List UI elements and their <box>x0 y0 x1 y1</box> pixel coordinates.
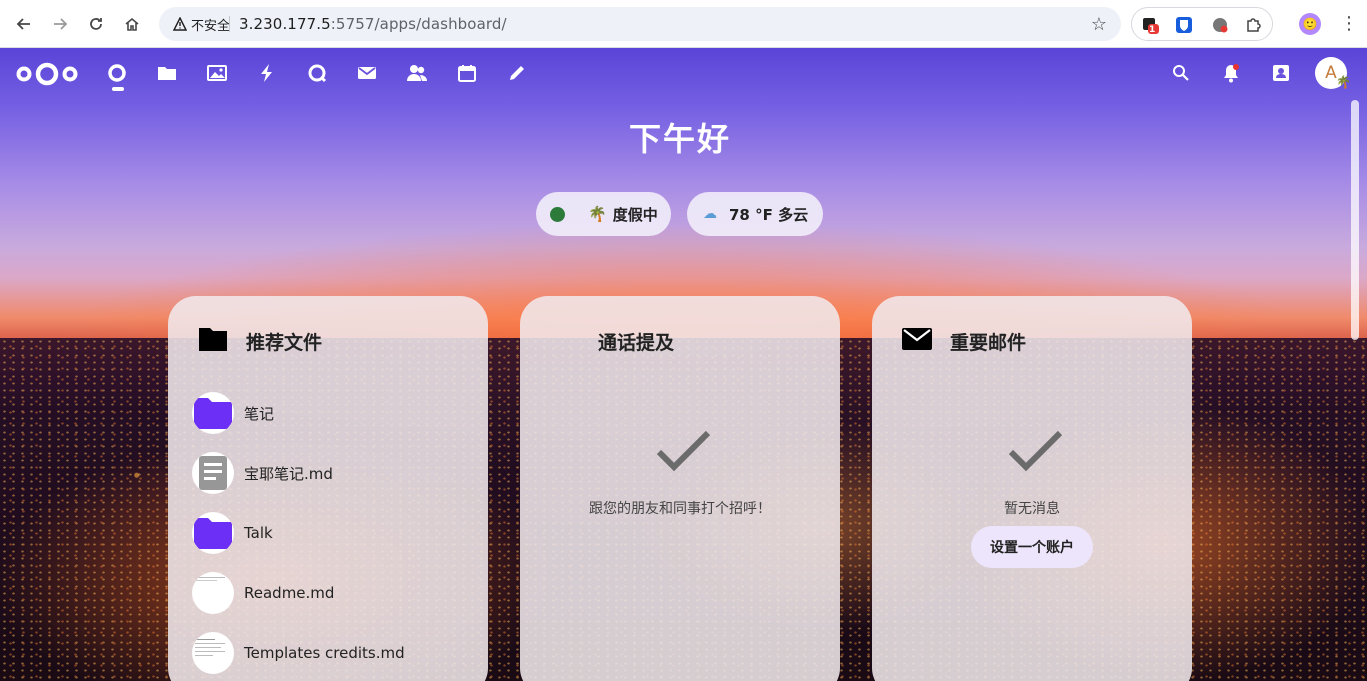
recommended-files-widget: 推荐文件 笔记 宝耶笔记.md Talk Readme.md Templates… <box>168 296 488 681</box>
forward-arrow-icon <box>54 18 68 30</box>
file-item[interactable]: Readme.md <box>192 571 472 615</box>
file-item[interactable]: Templates credits.md <box>192 631 472 675</box>
back-arrow-icon <box>16 18 30 30</box>
greeting-heading: 下午好 <box>628 120 731 158</box>
nextcloud-header: A 🌴 <box>0 48 1367 98</box>
file-item[interactable]: 宝耶笔记.md <box>192 451 472 495</box>
checkmark-icon <box>656 430 711 472</box>
bookmark-star-icon[interactable]: ☆ <box>1091 14 1107 35</box>
contacts-icon[interactable] <box>405 61 429 85</box>
home-button[interactable] <box>119 11 145 37</box>
notes-icon[interactable] <box>505 61 529 85</box>
reload-button[interactable] <box>83 11 109 37</box>
url-path: :5757/apps/dashboard/ <box>330 15 507 33</box>
document-preview-icon <box>192 632 234 674</box>
talk-icon[interactable] <box>305 61 329 85</box>
divider <box>229 16 230 32</box>
url-host: 3.230.177.5 <box>239 15 331 33</box>
folder-icon <box>198 326 228 356</box>
setup-account-button[interactable]: 设置一个账户 <box>971 526 1093 568</box>
forward-button[interactable] <box>47 11 73 37</box>
address-bar[interactable]: 不安全 3.230.177.5:5757/apps/dashboard/ ☆ <box>159 7 1121 41</box>
mail-icon[interactable] <box>355 61 379 85</box>
nextcloud-logo-icon[interactable] <box>16 61 78 87</box>
file-name: 笔记 <box>244 404 275 423</box>
privacy-extension-icon[interactable] <box>1210 15 1230 35</box>
status-dot <box>550 206 565 222</box>
important-mail-widget: 重要邮件 暂无消息 设置一个账户 <box>872 296 1192 681</box>
files-icon[interactable] <box>155 61 179 85</box>
activity-icon[interactable] <box>255 61 279 85</box>
document-preview-icon <box>192 572 234 614</box>
file-name: 宝耶笔记.md <box>244 464 333 483</box>
contacts-menu-icon[interactable] <box>1269 61 1293 85</box>
search-icon[interactable] <box>1169 61 1193 85</box>
empty-state-text: 暂无消息 <box>1004 501 1060 517</box>
security-label: 不安全 <box>191 18 231 34</box>
status-label: 度假中 <box>612 205 658 224</box>
bitwarden-icon[interactable] <box>1174 15 1194 35</box>
widget-title: 通话提及 <box>598 332 675 354</box>
photos-icon[interactable] <box>205 61 229 85</box>
user-status-button[interactable]: 🌴 度假中 <box>536 192 671 236</box>
dashboard-icon[interactable] <box>105 61 129 85</box>
calendar-icon[interactable] <box>455 61 479 85</box>
active-app-indicator <box>112 87 124 91</box>
checkmark-icon <box>1008 430 1063 472</box>
talk-mentions-widget: 通话提及 跟您的朋友和同事打个招呼！ <box>520 296 840 681</box>
weather-label: 78 °F 多云 <box>729 205 809 224</box>
notifications-bell-icon[interactable] <box>1219 61 1243 85</box>
browser-menu-icon[interactable]: ⋮ <box>1340 13 1358 35</box>
file-name: Readme.md <box>244 584 335 602</box>
avatar-status-badge: 🌴 <box>1336 75 1351 89</box>
dashboard-background: A 🌴 下午好 🌴 度假中 ☁ 78 °F 多云 推荐文件 笔记 宝耶笔记.md <box>0 48 1367 681</box>
url-text[interactable]: 3.230.177.5:5757/apps/dashboard/ <box>239 15 507 33</box>
file-name: Templates credits.md <box>244 644 405 662</box>
back-button[interactable] <box>11 11 37 37</box>
folder-icon <box>192 392 234 434</box>
widget-title: 推荐文件 <box>246 332 323 354</box>
security-chip[interactable]: 不安全 <box>167 13 236 35</box>
empty-state-text: 跟您的朋友和同事打个招呼！ <box>589 501 771 517</box>
home-icon <box>125 17 139 31</box>
extensions-group: 1 <box>1131 7 1273 41</box>
file-name: Talk <box>244 524 273 542</box>
mail-icon <box>902 328 932 354</box>
extension-badge: 1 <box>1149 25 1156 35</box>
status-emoji: 🌴 <box>588 205 607 223</box>
widget-title: 重要邮件 <box>950 332 1027 354</box>
weather-cloud-icon: ☁ <box>703 206 717 222</box>
reload-icon <box>90 18 102 30</box>
file-item[interactable]: Talk <box>192 511 472 555</box>
warning-icon <box>173 17 187 31</box>
folder-icon <box>192 512 234 554</box>
puzzle-extensions-icon[interactable] <box>1244 15 1264 35</box>
text-file-icon <box>192 452 234 494</box>
weather-button[interactable]: ☁ 78 °F 多云 <box>687 192 823 236</box>
file-item[interactable]: 笔记 <box>192 391 472 435</box>
browser-toolbar: 不安全 3.230.177.5:5757/apps/dashboard/ ☆ 1… <box>0 0 1367 48</box>
browser-profile-avatar[interactable]: 🙂 <box>1299 13 1321 35</box>
